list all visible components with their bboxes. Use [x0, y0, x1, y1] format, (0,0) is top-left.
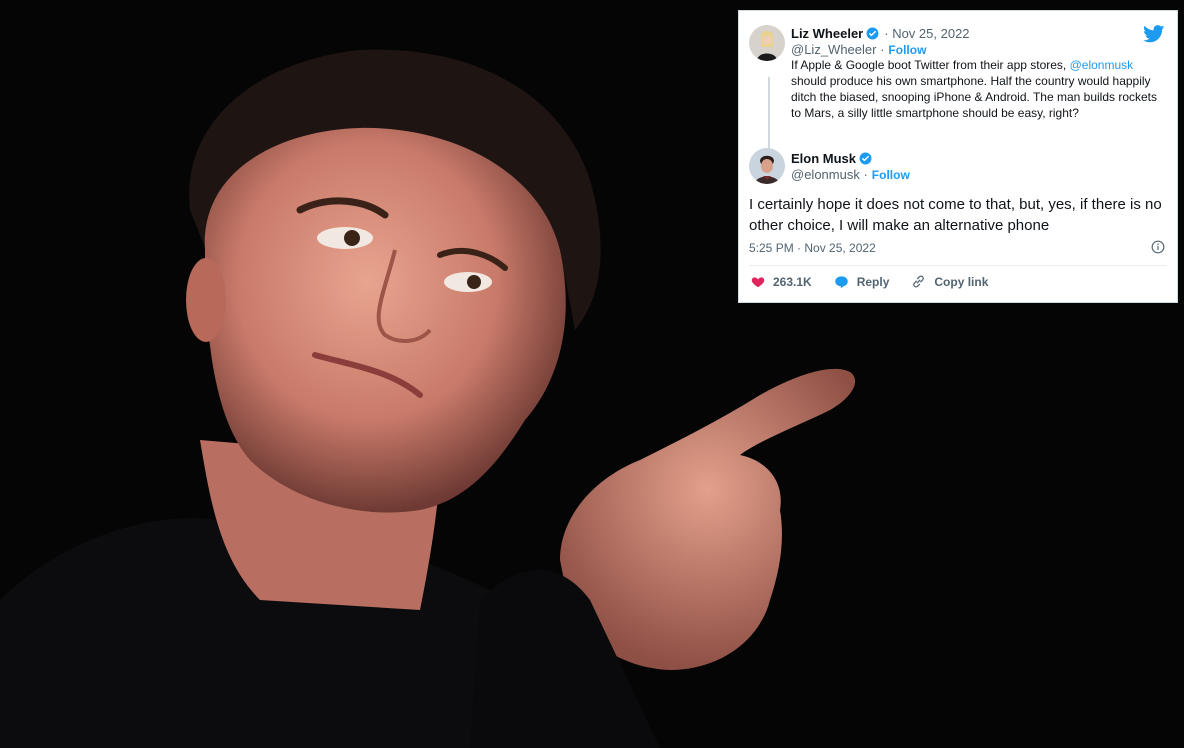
- like-count: 263.1K: [773, 274, 812, 289]
- heart-icon: [751, 276, 765, 287]
- original-tweet-text: If Apple & Google boot Twitter from thei…: [791, 57, 1161, 121]
- reply-author-name[interactable]: Elon Musk: [791, 151, 856, 166]
- reply-timestamp[interactable]: 5:25 PM · Nov 25, 2022: [749, 241, 876, 255]
- reply-author-handle[interactable]: @elonmusk ·: [791, 167, 868, 182]
- verified-badge-icon: [859, 152, 872, 165]
- tweet-actions-bar: 263.1K Reply Copy link: [751, 274, 1010, 289]
- original-text-part2: should produce his own smartphone. Half …: [791, 74, 1158, 120]
- reply-label: Reply: [856, 274, 890, 289]
- avatar-elon-musk[interactable]: [749, 148, 785, 184]
- original-author-name[interactable]: Liz Wheeler: [791, 26, 863, 41]
- follow-liz-button[interactable]: Follow: [888, 43, 926, 57]
- original-text-part1: If Apple & Google boot Twitter from thei…: [791, 58, 1070, 72]
- verified-badge-icon: [866, 27, 879, 40]
- tweet-embed-card: Liz Wheeler · Nov 25, 2022 @Liz_Wheeler …: [738, 10, 1178, 303]
- card-divider: [749, 265, 1167, 266]
- copy-link-label: Copy link: [934, 274, 989, 289]
- twitter-bird-icon: [1143, 25, 1165, 43]
- reply-button[interactable]: Reply: [834, 274, 890, 289]
- reply-bubble-icon: [834, 275, 848, 288]
- follow-elon-button[interactable]: Follow: [872, 168, 910, 182]
- original-tweet-date[interactable]: · Nov 25, 2022: [884, 26, 969, 41]
- thread-connector-line: [768, 77, 770, 151]
- avatar-liz-wheeler[interactable]: [749, 25, 785, 61]
- copy-link-button[interactable]: Copy link: [911, 274, 988, 289]
- reply-tweet-text: I certainly hope it does not come to tha…: [749, 196, 1162, 234]
- like-button[interactable]: 263.1K: [751, 275, 812, 289]
- original-author-handle[interactable]: @Liz_Wheeler ·: [791, 42, 884, 57]
- mention-link[interactable]: @elonmusk: [1070, 58, 1134, 72]
- link-icon: [913, 275, 925, 288]
- info-icon[interactable]: [1151, 240, 1165, 254]
